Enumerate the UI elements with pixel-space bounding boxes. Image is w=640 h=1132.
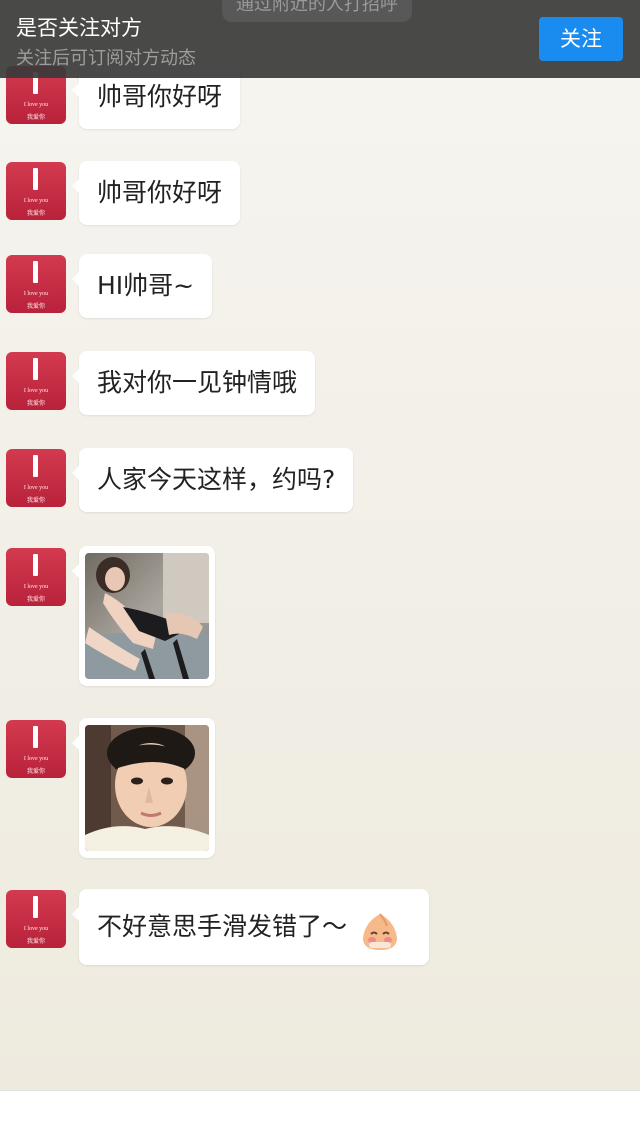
sender-avatar[interactable]: I love you 我爱你 [6,449,66,507]
sender-avatar[interactable]: I love you 我爱你 [6,352,66,410]
avatar-text-en: I love you [23,102,49,108]
avatar-text-en: I love you [23,926,49,932]
avatar-text-en: I love you [23,485,49,491]
avatar-text-en: I love you [23,388,49,394]
avatar-text-cn: 我爱你 [26,768,45,775]
message-bubble[interactable]: 我对你一见钟情哦 [71,351,316,415]
message-bubble[interactable]: 不好意思手滑发错了～ [72,889,429,965]
avatar-text-en: I love you [23,198,49,204]
sender-avatar[interactable]: I love you 我爱你 [6,720,66,778]
bottom-input-bar[interactable] [0,1090,640,1132]
follow-prompt-title: 是否关注对方 [16,16,142,40]
message-text: 不好意思手滑发错了～ [97,912,348,941]
avatar-text-cn: 我爱你 [26,210,45,217]
avatar-text-en: I love you [23,756,49,762]
sender-avatar[interactable]: I love you 我爱你 [6,548,66,606]
blushing-emoji-icon [361,906,399,950]
avatar-text-cn: 我爱你 [26,114,45,121]
nearby-greeting-hint: 通过附近的人打招呼 [222,0,412,22]
avatar-text-cn: 我爱你 [26,596,45,603]
photo-woman-thumbnail[interactable] [85,553,209,679]
sender-avatar[interactable]: I love you 我爱你 [6,162,66,220]
follow-prompt-subtitle: 关注后可订阅对方动态 [16,48,196,69]
image-message-bubble[interactable] [72,546,215,686]
avatar-text-en: I love you [23,291,49,297]
sender-avatar[interactable]: I love you 我爱你 [6,890,66,948]
avatar-text-cn: 我爱你 [26,938,45,945]
avatar-text-cn: 我爱你 [26,400,45,407]
avatar-text-cn: 我爱你 [26,303,45,310]
photo-man-thumbnail[interactable] [85,725,209,851]
image-message-bubble[interactable] [72,718,215,858]
sender-avatar[interactable]: I love you 我爱你 [6,255,66,313]
message-bubble[interactable]: 人家今天这样，约吗? [71,448,354,512]
avatar-text-cn: 我爱你 [26,497,45,504]
message-bubble[interactable]: HI帅哥~ [71,254,213,318]
avatar-text-en: I love you [23,584,49,590]
follow-button[interactable]: 关注 [539,17,623,61]
message-bubble[interactable]: 帅哥你好呀 [71,161,241,225]
